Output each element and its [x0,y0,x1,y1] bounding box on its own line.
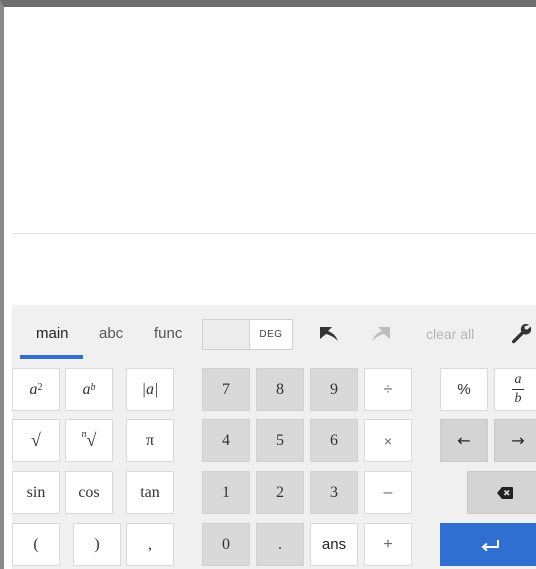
fraction-denominator: b [514,391,522,406]
cos-key[interactable]: cos [65,471,113,514]
key-base: a [29,380,38,398]
keypad: main abc func DEG clear all a 2 a b |a| … [12,305,536,569]
absolute-value-key[interactable]: |a| [126,368,174,411]
digit-5-key[interactable]: 5 [256,419,304,462]
digit-7-key[interactable]: 7 [202,368,250,411]
divide-key[interactable]: ÷ [364,368,412,411]
key-exponent: b [90,382,96,393]
root-symbol: √ [86,430,97,450]
toggle-knob [203,320,250,349]
nth-root-key[interactable]: n √ [65,419,113,462]
redo-arrow-icon[interactable] [368,323,394,348]
clear-all-button[interactable]: clear all [426,326,474,342]
active-tab-indicator [20,355,83,359]
tab-main[interactable]: main [36,325,69,342]
enter-key[interactable] [440,523,536,566]
angle-mode-toggle[interactable]: DEG [202,319,293,350]
expression-display [12,14,536,233]
digit-1-key[interactable]: 1 [202,471,250,514]
digit-3-key[interactable]: 3 [310,471,358,514]
fraction-glyph: a b [512,373,524,406]
left-paren-key[interactable]: ( [12,523,60,566]
wrench-icon[interactable] [510,322,532,349]
digit-0-key[interactable]: 0 [202,523,250,566]
move-right-key[interactable]: → [494,419,536,462]
tab-abc[interactable]: abc [99,325,123,342]
angle-mode-label: DEG [259,329,283,340]
pi-key[interactable]: π [126,419,174,462]
fraction-key[interactable]: a b [494,368,536,411]
tan-key[interactable]: tan [126,471,174,514]
square-root-key[interactable]: √ [12,419,60,462]
digit-6-key[interactable]: 6 [310,419,358,462]
digit-8-key[interactable]: 8 [256,368,304,411]
expression-input[interactable] [12,234,536,305]
enter-icon [481,539,499,551]
decimal-point-key[interactable]: . [256,523,304,566]
digit-2-key[interactable]: 2 [256,471,304,514]
percent-key[interactable]: % [440,368,488,411]
a-power-b-key[interactable]: ab [65,368,113,411]
a-squared-key[interactable]: a2 [12,368,60,411]
ans-key[interactable]: ans [310,523,358,566]
root-index: n [81,429,87,440]
tab-func[interactable]: func [154,325,182,342]
digit-4-key[interactable]: 4 [202,419,250,462]
move-left-key[interactable]: ← [440,419,488,462]
right-paren-key[interactable]: ) [73,523,121,566]
backspace-key[interactable] [467,471,536,514]
fraction-bar [512,389,524,390]
key-base: a [82,380,91,398]
multiply-key[interactable]: × [364,419,412,462]
backspace-icon [496,486,513,499]
calculator-window: main abc func DEG clear all a 2 a b |a| … [0,0,536,569]
plus-key[interactable]: + [364,523,412,566]
undo-arrow-icon[interactable] [316,323,342,348]
comma-key[interactable]: , [126,523,174,566]
fraction-numerator: a [514,372,522,387]
minus-key[interactable]: – [364,471,412,514]
sin-key[interactable]: sin [12,471,60,514]
left-arrow-icon: ← [457,431,471,450]
digit-9-key[interactable]: 9 [310,368,358,411]
key-exponent: 2 [37,382,43,393]
right-arrow-icon: → [511,431,525,450]
